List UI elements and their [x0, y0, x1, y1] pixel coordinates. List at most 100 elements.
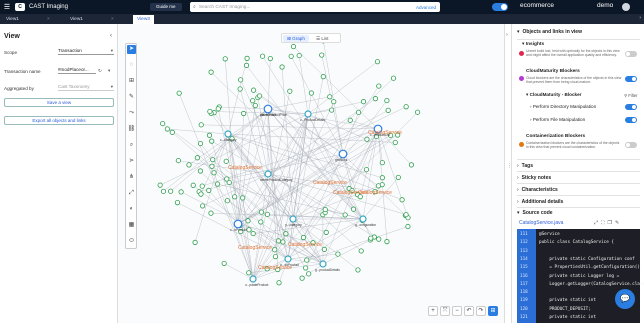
select-tool-icon[interactable]: ➤ — [127, 45, 136, 54]
tag-tool-icon[interactable]: ⬭ — [127, 237, 136, 246]
edit-icon[interactable]: ✎ — [615, 220, 622, 226]
grid-icon[interactable]: ⊞ — [488, 306, 498, 316]
graph-node[interactable] — [215, 106, 221, 112]
hub-node[interactable] — [264, 170, 272, 178]
filter-button[interactable]: ⚲ Filter — [624, 93, 638, 98]
graph-node[interactable] — [206, 187, 212, 193]
graph-node[interactable] — [250, 230, 256, 237]
perform-directory-item[interactable]: › Perform Directory Manipulation — [530, 104, 596, 109]
graph-node[interactable] — [408, 162, 415, 168]
graph-node[interactable] — [395, 174, 401, 181]
graph-node[interactable] — [238, 77, 244, 83]
graph-node[interactable] — [376, 83, 382, 89]
graph-node[interactable] — [319, 52, 325, 58]
graph-node[interactable] — [232, 194, 238, 200]
filter-tool-icon[interactable]: ⋗ — [127, 157, 136, 166]
search-icon[interactable]: ⌕ — [127, 141, 136, 150]
graph-node[interactable] — [384, 97, 390, 104]
graph-node[interactable] — [176, 90, 182, 96]
note-tool-icon[interactable]: ▦ — [127, 221, 136, 230]
graph-node[interactable] — [197, 140, 204, 147]
graph-node[interactable] — [272, 254, 279, 260]
fit-icon[interactable]: ⤧ — [440, 306, 450, 316]
perform-file-item[interactable]: › Perform File Manipulation — [530, 117, 585, 122]
close-icon[interactable]: × — [47, 17, 50, 22]
graph-node[interactable] — [194, 155, 200, 161]
graph-node[interactable] — [321, 246, 327, 252]
sticky-notes-header[interactable]: › Sticky notes — [517, 175, 551, 181]
graph-node[interactable] — [375, 183, 382, 189]
graph-node[interactable] — [210, 157, 216, 163]
tab-view1-b[interactable]: View1 × — [66, 15, 118, 24]
graph-node[interactable] — [275, 238, 282, 244]
source-code-header[interactable]: ▾ Source code — [517, 210, 553, 216]
layout-tool-icon[interactable]: ⊞ — [127, 77, 136, 86]
project-selector[interactable]: ecommerce — [520, 2, 554, 9]
graph-node[interactable] — [258, 209, 265, 215]
graph-node[interactable] — [355, 267, 361, 273]
graph-node[interactable] — [379, 175, 385, 181]
graph-node[interactable] — [226, 179, 232, 186]
graph-node[interactable] — [244, 55, 250, 61]
graph-node[interactable] — [350, 206, 357, 212]
graph-node[interactable] — [355, 109, 362, 115]
hub-node[interactable] — [289, 215, 297, 223]
hub-node[interactable] — [233, 219, 243, 229]
insights-header[interactable]: ▾ Insights — [522, 42, 544, 47]
graph-node[interactable] — [322, 206, 328, 213]
chat-icon[interactable]: 💬 — [615, 289, 635, 309]
graph-node[interactable] — [267, 55, 273, 62]
graph-node[interactable] — [376, 236, 382, 242]
group-tool-icon[interactable]: ⛓ — [127, 125, 136, 134]
graph-node[interactable] — [209, 163, 215, 169]
tab-view1[interactable]: View1 × — [2, 15, 54, 24]
graph-node[interactable] — [240, 195, 246, 201]
advanced-search-link[interactable]: Advanced — [416, 5, 436, 10]
source-file-name[interactable]: CatalogService.java — [519, 220, 563, 226]
graph-node[interactable] — [190, 182, 196, 188]
graph-node[interactable] — [168, 188, 174, 194]
guide-me-button[interactable]: Guide me — [150, 3, 182, 11]
aggregated-select[interactable]: Cast Taxonomy ▾ — [58, 83, 114, 91]
graph-node[interactable] — [374, 59, 381, 65]
open-external-icon[interactable]: ⤢ — [594, 220, 601, 226]
link-tool-icon[interactable]: ⤢ — [127, 189, 136, 198]
graph-node[interactable] — [303, 265, 309, 271]
cloud-blockers-toggle[interactable] — [625, 76, 637, 82]
graph-node[interactable] — [372, 96, 379, 102]
graph-node[interactable] — [347, 117, 353, 123]
collapse-icon[interactable]: ‹ — [110, 33, 112, 39]
additional-details-header[interactable]: › Additional details — [517, 199, 563, 205]
path-tool-icon[interactable]: ⤳ — [127, 109, 136, 118]
zoom-in-icon[interactable]: + — [428, 306, 438, 316]
graph-node[interactable] — [323, 229, 329, 235]
graph-node[interactable] — [299, 275, 305, 281]
graph-view-button[interactable]: ⊞ Graph — [283, 35, 309, 42]
chevron-down-icon[interactable]: ▾ — [108, 68, 110, 74]
hub-node[interactable] — [224, 130, 232, 138]
transaction-select[interactable]: #modPlaceor... — [58, 66, 96, 74]
graph-node[interactable] — [246, 227, 252, 233]
hub-node[interactable] — [249, 275, 257, 283]
graph-node[interactable] — [206, 132, 213, 138]
graph-node[interactable] — [192, 239, 198, 245]
graph-node[interactable] — [264, 211, 270, 217]
graph-node[interactable] — [199, 183, 205, 189]
graph-node[interactable] — [241, 110, 247, 117]
graph-node[interactable] — [214, 181, 221, 187]
graph-node[interactable] — [186, 162, 192, 168]
container-blockers-toggle[interactable] — [625, 142, 637, 148]
graph-node[interactable] — [223, 158, 229, 164]
graph-svg[interactable]: placeOrderc...ProductDetailsdeleteProduc… — [118, 24, 504, 323]
insight-toggle[interactable] — [625, 51, 637, 57]
graph-node[interactable] — [358, 248, 364, 254]
graph-node[interactable] — [300, 234, 307, 241]
graph-node[interactable] — [392, 139, 398, 146]
graph-node[interactable] — [178, 189, 184, 195]
graph-node[interactable] — [209, 138, 215, 144]
graph-node[interactable] — [364, 136, 370, 142]
graph-node[interactable] — [250, 98, 256, 104]
export-button[interactable]: Export all objects and links — [4, 116, 114, 125]
tab-view3[interactable]: View3 — [133, 15, 154, 24]
graph-node[interactable] — [199, 203, 206, 209]
